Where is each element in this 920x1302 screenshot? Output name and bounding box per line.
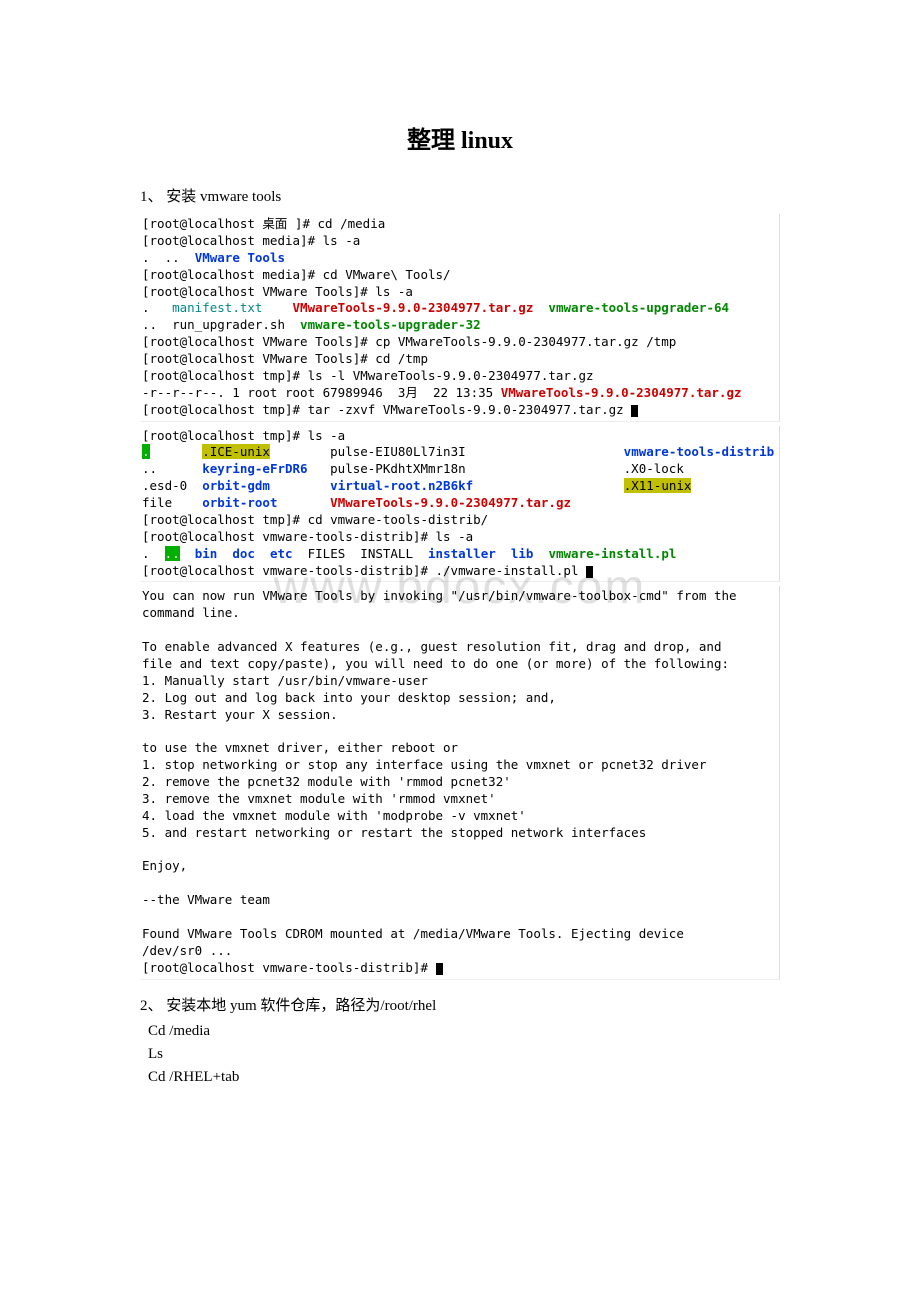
term-line: [root@localhost tmp]# ls -l VMwareTools-… [142,368,594,383]
term-text: pulse-EIU80Ll7in3I [270,444,624,459]
term-line: /dev/sr0 ... [142,943,232,958]
spacer [496,546,511,561]
body-line: Ls [148,1046,780,1063]
term-line: [root@localhost media]# cd VMware\ Tools… [142,267,451,282]
cursor-icon [631,405,638,417]
term-line: Found VMware Tools CDROM mounted at /med… [142,926,684,941]
dir-virtual: virtual-root.n2B6kf [330,478,473,493]
term-line: [root@localhost VMware Tools]# cp VMware… [142,334,676,349]
dir-distrib: vmware-tools-distrib [624,444,775,459]
dir-doc: doc [232,546,255,561]
term-line: 1. stop networking or stop any interface… [142,757,706,772]
term-line: --the VMware team [142,892,270,907]
term-line: [root@localhost VMware Tools]# ls -a [142,284,413,299]
term-line: . [142,300,172,315]
terminal-block-3: You can now run VMware Tools by invoking… [140,586,780,979]
term-text: file [142,495,202,510]
term-line: 5. and restart networking or restart the… [142,825,646,840]
term-line: Enjoy, [142,858,187,873]
term-line: command line. [142,605,240,620]
spacer [262,300,292,315]
term-line: [root@localhost vmware-tools-distrib]# [142,960,436,975]
section-2-heading: 2、 安装本地 yum 软件仓库，路径为/root/rhel [140,994,780,1015]
term-line: 3. remove the vmxnet module with 'rmmod … [142,791,496,806]
file-archive: VMwareTools-9.9.0-2304977.tar.gz [330,495,571,510]
term-line: [root@localhost vmware-tools-distrib]# l… [142,529,473,544]
dir-orbit: orbit-gdm [202,478,270,493]
body-line: Cd /RHEL+tab [148,1069,780,1086]
terminal-block-1: [root@localhost 桌面 ]# cd /media [root@lo… [140,214,780,422]
file-manifest: manifest.txt [172,300,262,315]
term-line: [root@localhost tmp]# cd vmware-tools-di… [142,512,488,527]
dir-bin: bin [195,546,218,561]
dir-x11: .X11-unix [624,478,692,493]
term-line: [root@localhost media]# ls -a [142,233,360,248]
dir-name: VMware Tools [195,250,285,265]
spacer [150,444,203,459]
dir-installer: installer [428,546,496,561]
terminal-block-2: [root@localhost tmp]# ls -a . .ICE-unix … [140,426,780,583]
term-line: file and text copy/paste), you will need… [142,656,729,671]
spacer [533,546,548,561]
dir-etc: etc [270,546,293,561]
spacer [533,300,548,315]
term-text: pulse-PKdhtXMmr18n .X0-lock [308,461,684,476]
file-install-pl: vmware-install.pl [548,546,676,561]
dir-dotdot: .. [165,546,180,561]
file-upgrader64: vmware-tools-upgrader-64 [548,300,729,315]
page-title: 整理 linux [140,120,780,155]
term-line: .. run_upgrader.sh [142,317,300,332]
cursor-icon [436,963,443,975]
file-upgrader32: vmware-tools-upgrader-32 [300,317,481,332]
term-line: To enable advanced X features (e.g., gue… [142,639,721,654]
term-line: [root@localhost tmp]# ls -a [142,428,345,443]
term-line: . .. [142,250,195,265]
term-line: 4. load the vmxnet module with 'modprobe… [142,808,526,823]
term-line: [root@localhost tmp]# tar -zxvf VMwareTo… [142,402,631,417]
term-line: [root@localhost 桌面 ]# cd /media [142,216,385,231]
term-text: .esd-0 [142,478,202,493]
term-text: .. [142,461,202,476]
term-text: FILES INSTALL [293,546,428,561]
term-line: [root@localhost VMware Tools]# cd /tmp [142,351,428,366]
term-line: You can now run VMware Tools by invoking… [142,588,737,603]
term-line: 2. Log out and log back into your deskto… [142,690,556,705]
term-line: to use the vmxnet driver, either reboot … [142,740,458,755]
dir-lib: lib [511,546,534,561]
spacer [473,478,624,493]
spacer [180,546,195,561]
spacer [270,478,330,493]
term-line: 2. remove the pcnet32 module with 'rmmod… [142,774,511,789]
term-line: [root@localhost vmware-tools-distrib]# .… [142,563,586,578]
spacer [217,546,232,561]
section-1-heading: 1、 安装 vmware tools [140,185,780,206]
body-line: Cd /media [148,1023,780,1040]
spacer [255,546,270,561]
term-text: . [142,546,165,561]
dir-orbitroot: orbit-root [202,495,277,510]
term-line: -r--r--r--. 1 root root 67989946 3月 22 1… [142,385,501,400]
file-archive: VMwareTools-9.9.0-2304977.tar.gz [501,385,742,400]
term-line: 3. Restart your X session. [142,707,338,722]
spacer [277,495,330,510]
term-line: 1. Manually start /usr/bin/vmware-user [142,673,428,688]
cursor-icon [586,566,593,578]
dir-ice: .ICE-unix [202,444,270,459]
dir-keyring: keyring-eFrDR6 [202,461,307,476]
dir-dot: . [142,444,150,459]
file-archive: VMwareTools-9.9.0-2304977.tar.gz [293,300,534,315]
